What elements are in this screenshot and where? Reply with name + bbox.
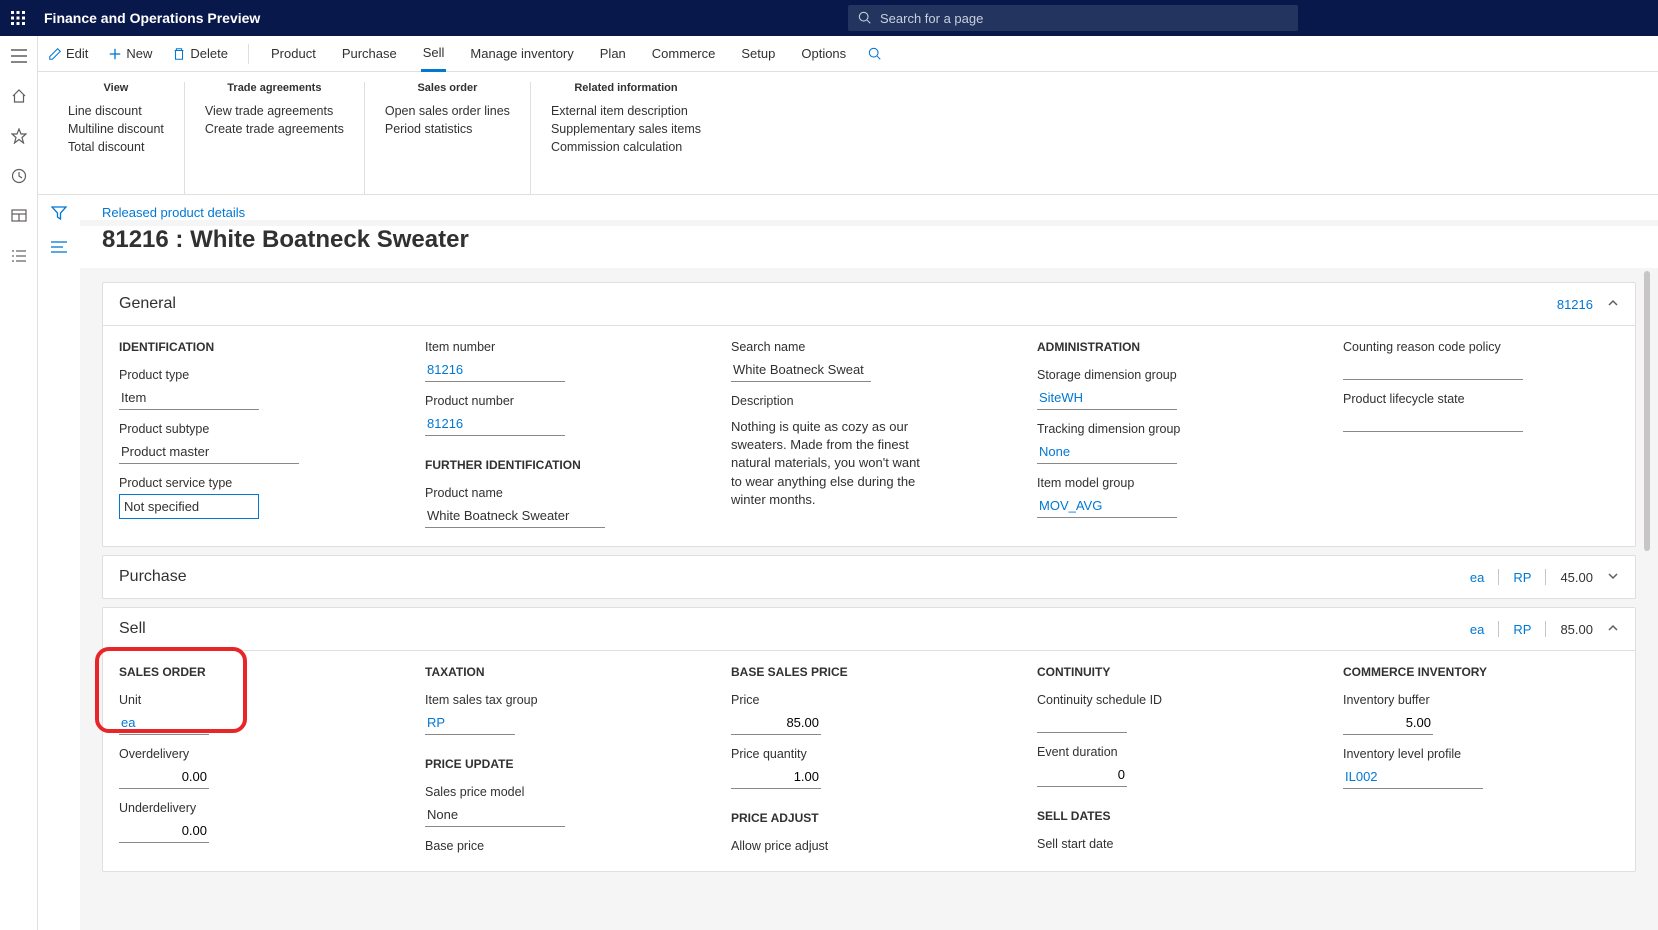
tab-commerce[interactable]: Commerce bbox=[650, 36, 718, 72]
page-title: 81216 : White Boatneck Sweater bbox=[80, 226, 1658, 268]
breadcrumb-link[interactable]: Released product details bbox=[80, 195, 1658, 220]
ribbon-link[interactable]: Total discount bbox=[68, 138, 164, 156]
modules-icon[interactable] bbox=[9, 246, 29, 266]
fasttab-sell: Sell ea RP 85.00 SALES ORDER Unit ea Ove… bbox=[102, 607, 1636, 872]
sales-order-heading: SALES ORDER bbox=[119, 665, 395, 679]
ribbon-link[interactable]: Multiline discount bbox=[68, 120, 164, 138]
counting-reason-field[interactable] bbox=[1343, 358, 1523, 380]
fasttab-purchase: Purchase ea RP 45.00 bbox=[102, 555, 1636, 599]
home-icon[interactable] bbox=[9, 86, 29, 106]
fasttab-purchase-header[interactable]: Purchase ea RP 45.00 bbox=[103, 556, 1635, 598]
new-button[interactable]: New bbox=[108, 46, 152, 61]
ribbon-group-salesorder: Sales order bbox=[385, 82, 510, 94]
general-summary-id: 81216 bbox=[1557, 297, 1593, 312]
top-header: Finance and Operations Preview Search fo… bbox=[0, 0, 1658, 36]
tab-product[interactable]: Product bbox=[269, 36, 318, 72]
item-number-field[interactable]: 81216 bbox=[425, 358, 565, 382]
search-placeholder: Search for a page bbox=[880, 11, 983, 26]
ribbon-link[interactable]: Commission calculation bbox=[551, 138, 701, 156]
delete-button[interactable]: Delete bbox=[172, 46, 228, 61]
overdelivery-field[interactable] bbox=[119, 765, 209, 789]
continuity-heading: CONTINUITY bbox=[1037, 665, 1313, 679]
price-update-heading: PRICE UPDATE bbox=[425, 757, 701, 771]
identification-heading: IDENTIFICATION bbox=[119, 340, 395, 354]
ribbon-link[interactable]: Line discount bbox=[68, 102, 164, 120]
underdelivery-field[interactable] bbox=[119, 819, 209, 843]
storage-dim-group-field[interactable]: SiteWH bbox=[1037, 386, 1177, 410]
ribbon-link[interactable]: View trade agreements bbox=[205, 102, 344, 120]
price-adjust-heading: PRICE ADJUST bbox=[731, 811, 1007, 825]
sales-price-model-field[interactable]: None bbox=[425, 803, 565, 827]
action-bar: Edit New Delete Product Purchase Sell Manag… bbox=[38, 36, 1658, 72]
further-identification-heading: FURTHER IDENTIFICATION bbox=[425, 458, 701, 472]
ribbon-link[interactable]: Period statistics bbox=[385, 120, 510, 138]
tab-setup[interactable]: Setup bbox=[739, 36, 777, 72]
app-title: Finance and Operations Preview bbox=[36, 10, 260, 26]
left-nav-rail bbox=[0, 36, 38, 930]
administration-heading: ADMINISTRATION bbox=[1037, 340, 1313, 354]
star-icon[interactable] bbox=[9, 126, 29, 146]
tracking-dim-group-field[interactable]: None bbox=[1037, 440, 1177, 464]
base-sales-price-heading: BASE SALES PRICE bbox=[731, 665, 1007, 679]
product-number-field[interactable]: 81216 bbox=[425, 412, 565, 436]
inventory-buffer-field[interactable] bbox=[1343, 711, 1433, 735]
tab-manage-inventory[interactable]: Manage inventory bbox=[468, 36, 575, 72]
tab-purchase[interactable]: Purchase bbox=[340, 36, 399, 72]
form-mini-rail bbox=[38, 195, 80, 930]
chevron-up-icon bbox=[1607, 622, 1619, 637]
product-name-field[interactable]: White Boatneck Sweater bbox=[425, 504, 605, 528]
app-launcher-icon[interactable] bbox=[0, 0, 36, 36]
ribbon-link[interactable]: Supplementary sales items bbox=[551, 120, 701, 138]
product-type-field[interactable]: Item bbox=[119, 386, 259, 410]
tab-options[interactable]: Options bbox=[799, 36, 848, 72]
lifecycle-state-field[interactable] bbox=[1343, 410, 1523, 432]
fasttab-general: General 81216 IDENTIFICATION Product typ… bbox=[102, 282, 1636, 547]
sales-unit-field[interactable]: ea bbox=[119, 711, 209, 735]
inventory-level-profile-field[interactable]: IL002 bbox=[1343, 765, 1483, 789]
search-icon bbox=[858, 11, 872, 25]
search-icon bbox=[868, 47, 882, 61]
product-service-type-field[interactable]: Not specified bbox=[119, 494, 259, 519]
ribbon-group-view: View bbox=[68, 82, 164, 94]
ribbon-link[interactable]: External item description bbox=[551, 102, 701, 120]
workspace-icon[interactable] bbox=[9, 206, 29, 226]
search-name-field[interactable]: White Boatneck Sweat bbox=[731, 358, 871, 382]
content-wrap: Released product details 81216 : White B… bbox=[38, 195, 1658, 930]
ribbon-link[interactable]: Create trade agreements bbox=[205, 120, 344, 138]
tab-plan[interactable]: Plan bbox=[598, 36, 628, 72]
tab-sell[interactable]: Sell bbox=[421, 36, 447, 72]
sell-ribbon: View Line discountMultiline discountTota… bbox=[38, 72, 1658, 195]
chevron-up-icon bbox=[1607, 297, 1619, 312]
content-area: Released product details 81216 : White B… bbox=[80, 195, 1658, 930]
item-model-group-field[interactable]: MOV_AVG bbox=[1037, 494, 1177, 518]
chevron-down-icon bbox=[1607, 570, 1619, 585]
continuity-schedule-field[interactable] bbox=[1037, 711, 1127, 733]
filter-icon[interactable] bbox=[51, 205, 67, 224]
related-info-icon[interactable] bbox=[51, 240, 67, 257]
sales-price-field[interactable] bbox=[731, 711, 821, 735]
commerce-inventory-heading: COMMERCE INVENTORY bbox=[1343, 665, 1619, 679]
event-duration-field[interactable] bbox=[1037, 763, 1127, 787]
fasttab-general-header[interactable]: General 81216 bbox=[103, 283, 1635, 326]
fasttab-sell-header[interactable]: Sell ea RP 85.00 bbox=[103, 608, 1635, 651]
taxation-heading: TAXATION bbox=[425, 665, 701, 679]
edit-button[interactable]: Edit bbox=[48, 46, 88, 61]
recent-icon[interactable] bbox=[9, 166, 29, 186]
product-subtype-field[interactable]: Product master bbox=[119, 440, 299, 464]
ribbon-group-related: Related information bbox=[551, 82, 701, 94]
find-button[interactable] bbox=[868, 47, 882, 61]
price-quantity-field[interactable] bbox=[731, 765, 821, 789]
ribbon-group-trade: Trade agreements bbox=[205, 82, 344, 94]
ribbon-link[interactable]: Open sales order lines bbox=[385, 102, 510, 120]
hamburger-icon[interactable] bbox=[9, 46, 29, 66]
description-text: Nothing is quite as cozy as our sweaters… bbox=[731, 418, 921, 509]
global-search[interactable]: Search for a page bbox=[848, 5, 1298, 31]
sell-dates-heading: SELL DATES bbox=[1037, 809, 1313, 823]
sales-tax-group-field[interactable]: RP bbox=[425, 711, 515, 735]
